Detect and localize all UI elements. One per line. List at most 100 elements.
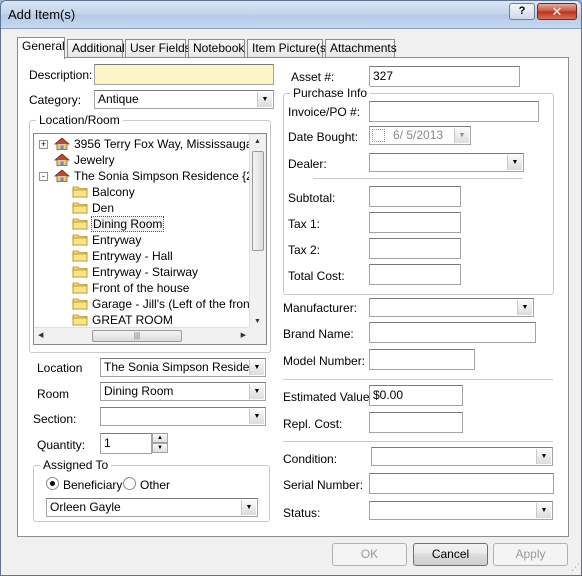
model-number-label: Model Number: xyxy=(283,354,366,368)
tax1-input[interactable] xyxy=(369,212,461,233)
calendar-dropdown-icon[interactable]: ▼ xyxy=(454,128,469,143)
tree-item[interactable]: Front of the house xyxy=(72,280,190,296)
help-button[interactable]: ? xyxy=(509,3,535,20)
location-value: The Sonia Simpson Residence xyxy=(104,360,262,374)
brand-name-input[interactable] xyxy=(369,322,536,343)
location-tree[interactable]: 3956 Terry Fox Way, Mississauga ON + Jewel… xyxy=(33,133,267,345)
assigned-to-select[interactable]: Orleen Gayle ▼ xyxy=(46,498,258,517)
folder-icon xyxy=(72,297,88,310)
window-title: Add Item(s) xyxy=(8,7,76,22)
tab-general[interactable]: General xyxy=(17,37,65,59)
category-label: Category: xyxy=(29,93,82,107)
beneficiary-radio-label[interactable]: Beneficiary xyxy=(63,478,122,492)
status-select[interactable]: ▼ xyxy=(369,501,553,520)
chevron-down-icon[interactable]: ▼ xyxy=(249,409,264,424)
tab-attachments[interactable]: Attachments xyxy=(325,39,397,58)
assigned-to-value: Orleen Gayle xyxy=(50,500,121,514)
subtotal-label: Subtotal: xyxy=(288,191,336,205)
total-cost-label: Total Cost: xyxy=(288,269,345,283)
scroll-up-icon[interactable]: ▲ xyxy=(254,138,261,145)
tree-item[interactable]: GREAT ROOM xyxy=(72,312,174,328)
condition-select[interactable]: ▼ xyxy=(371,447,553,466)
tree-item[interactable]: The Sonia Simpson Residence {26 Pa xyxy=(53,168,267,184)
subtotal-input[interactable] xyxy=(369,186,461,207)
scroll-right-icon[interactable]: ▶ xyxy=(241,331,246,339)
total-cost-input[interactable] xyxy=(369,264,461,285)
tree-item[interactable]: Jewelry xyxy=(53,152,116,168)
tree-item-selected[interactable]: Dining Room xyxy=(72,216,165,232)
tree-item[interactable]: Garage - Jill's (Left of the front doo xyxy=(72,296,266,312)
estimated-value-input[interactable]: $0.00 xyxy=(369,385,463,406)
stepper-up-icon[interactable]: ▲ xyxy=(152,433,168,443)
scroll-left-icon[interactable]: ◀ xyxy=(38,331,43,339)
cancel-button[interactable]: Cancel xyxy=(413,543,488,566)
house-icon xyxy=(53,169,71,182)
resize-grip-icon[interactable]: ⋰ xyxy=(571,562,580,573)
close-button[interactable]: ✕ xyxy=(537,3,577,20)
valuation-divider xyxy=(283,379,553,380)
location-select[interactable]: The Sonia Simpson Residence ▼ xyxy=(100,358,266,377)
tab-item-pictures[interactable]: Item Picture(s) xyxy=(247,39,330,58)
serial-number-input[interactable] xyxy=(369,473,554,494)
chevron-down-icon[interactable]: ▼ xyxy=(241,500,256,515)
description-input[interactable] xyxy=(94,64,274,85)
tree-expand-icon[interactable]: + xyxy=(39,140,48,149)
other-radio-label[interactable]: Other xyxy=(140,478,170,492)
chevron-down-icon[interactable]: ▼ xyxy=(249,360,264,375)
tree-item[interactable]: Entryway - Hall xyxy=(72,248,174,264)
replacement-cost-input[interactable] xyxy=(369,412,463,433)
ok-button[interactable]: OK xyxy=(332,543,407,566)
dealer-label: Dealer: xyxy=(288,157,327,171)
other-radio[interactable] xyxy=(123,477,136,490)
tree-horizontal-scrollbar[interactable]: ◀ ||| ▶ xyxy=(34,327,266,344)
tree-vertical-scrollbar[interactable]: ▲ ▼ xyxy=(249,134,266,330)
dealer-select[interactable]: ▼ xyxy=(369,153,524,172)
manufacturer-select[interactable]: ▼ xyxy=(369,298,534,317)
tax1-label: Tax 1: xyxy=(288,217,321,231)
chevron-down-icon[interactable]: ▼ xyxy=(507,155,522,170)
tree-item-label: 3956 Terry Fox Way, Mississauga ON xyxy=(74,137,267,151)
quantity-input[interactable]: 1 xyxy=(100,433,152,454)
tree-item[interactable]: Balcony xyxy=(72,184,136,200)
invoice-input[interactable] xyxy=(369,101,539,122)
tree-item-label: Jewelry xyxy=(74,153,115,167)
chevron-down-icon[interactable]: ▼ xyxy=(536,503,551,518)
tree-vscroll-thumb[interactable] xyxy=(252,151,264,251)
tree-collapse-icon[interactable]: - xyxy=(39,172,48,181)
manufacturer-label: Manufacturer: xyxy=(283,301,358,315)
beneficiary-radio[interactable] xyxy=(46,477,59,490)
room-value: Dining Room xyxy=(104,384,174,398)
stepper-down-icon[interactable]: ▼ xyxy=(152,443,168,453)
tree-item[interactable]: Entryway xyxy=(72,232,142,248)
folder-icon xyxy=(72,201,88,214)
tab-user-fields[interactable]: User Fields xyxy=(125,39,191,58)
date-bought-checkbox[interactable] xyxy=(372,129,385,142)
category-select[interactable]: Antique ▼ xyxy=(94,90,274,109)
tax2-label: Tax 2: xyxy=(288,243,321,257)
add-items-dialog: Add Item(s) ? ✕ General Additional User … xyxy=(0,0,582,576)
chevron-down-icon[interactable]: ▼ xyxy=(257,92,272,107)
tree-item[interactable]: Den xyxy=(72,200,115,216)
room-select[interactable]: Dining Room ▼ xyxy=(100,382,266,401)
section-select[interactable]: ▼ xyxy=(100,407,266,426)
chevron-down-icon[interactable]: ▼ xyxy=(536,449,551,464)
apply-button[interactable]: Apply xyxy=(493,543,568,566)
tree-item[interactable]: 3956 Terry Fox Way, Mississauga ON xyxy=(53,136,267,152)
estimated-value-label: Estimated Value xyxy=(283,390,370,404)
quantity-stepper[interactable]: ▲ ▼ xyxy=(152,433,168,454)
scroll-down-icon[interactable]: ▼ xyxy=(254,318,261,325)
tree-item[interactable]: Entryway - Stairway xyxy=(72,264,199,280)
purchase-divider xyxy=(313,178,523,179)
tab-notebook[interactable]: Notebook xyxy=(188,39,245,58)
house-icon xyxy=(53,153,71,166)
tree-hscroll-thumb[interactable]: ||| xyxy=(92,330,182,342)
tree-item-label: Balcony xyxy=(92,185,135,199)
model-number-input[interactable] xyxy=(369,349,475,370)
chevron-down-icon[interactable]: ▼ xyxy=(517,300,532,315)
chevron-down-icon[interactable]: ▼ xyxy=(249,384,264,399)
folder-icon xyxy=(72,313,88,326)
tab-additional[interactable]: Additional xyxy=(67,39,125,58)
tree-item-label: The Sonia Simpson Residence {26 Pa xyxy=(74,169,267,183)
tax2-input[interactable] xyxy=(369,238,461,259)
asset-number-input[interactable]: 327 xyxy=(369,66,520,87)
